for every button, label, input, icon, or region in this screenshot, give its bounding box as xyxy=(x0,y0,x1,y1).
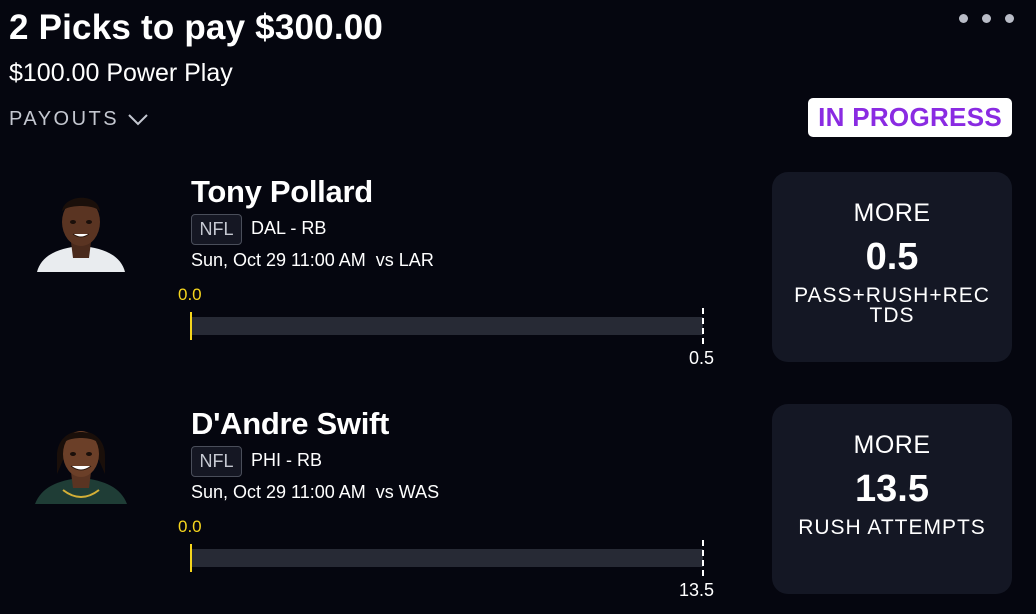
pick-direction: MORE xyxy=(853,431,931,459)
target-marker xyxy=(702,540,704,576)
progress-track xyxy=(191,317,703,335)
pick-stat: RUSH ATTEMPTS xyxy=(798,516,986,539)
player-avatar xyxy=(33,182,129,272)
entry-title: 2 Picks to pay $300.00 xyxy=(9,8,384,47)
target-value: 0.5 xyxy=(688,348,714,368)
opponent: vs WAS xyxy=(375,482,440,502)
team-position: DAL - RB xyxy=(251,218,327,238)
pick-line: 13.5 xyxy=(855,468,929,510)
game-time: Sun, Oct 29 11:00 AM xyxy=(191,250,366,270)
payouts-label: PAYOUTS xyxy=(9,108,120,130)
player-name: Tony Pollard xyxy=(191,174,373,209)
game-time: Sun, Oct 29 11:00 AM xyxy=(191,482,366,502)
entry-subtitle: $100.00 Power Play xyxy=(9,59,233,87)
chevron-down-icon xyxy=(128,113,148,125)
current-value: 0.0 xyxy=(178,517,202,536)
current-value: 0.0 xyxy=(178,285,202,304)
pick-stat: PASS+RUSH+REC TDS xyxy=(794,284,990,327)
player-avatar xyxy=(33,414,129,504)
target-value: 13.5 xyxy=(678,580,714,600)
opponent: vs LAR xyxy=(375,250,434,270)
pick-row: Tony Pollard NFL DAL - RB Sun, Oct 29 11… xyxy=(0,172,1036,368)
pick-row: D'Andre Swift NFL PHI - RB Sun, Oct 29 1… xyxy=(0,404,1036,600)
pick-card[interactable]: MORE 13.5 RUSH ATTEMPTS xyxy=(772,404,1012,594)
pick-direction: MORE xyxy=(853,199,931,227)
team-position: PHI - RB xyxy=(251,450,323,470)
payouts-toggle[interactable]: PAYOUTS xyxy=(9,108,149,131)
league-badge: NFL xyxy=(191,214,242,245)
player-name: D'Andre Swift xyxy=(191,406,390,441)
status-badge: IN PROGRESS xyxy=(808,98,1012,137)
game-info: Sun, Oct 29 11:00 AM vs LAR xyxy=(191,250,434,271)
start-marker xyxy=(190,544,192,572)
more-options-icon[interactable] xyxy=(959,14,1014,23)
pick-card[interactable]: MORE 0.5 PASS+RUSH+REC TDS xyxy=(772,172,1012,362)
progress-track xyxy=(191,549,703,567)
target-marker xyxy=(702,308,704,344)
game-info: Sun, Oct 29 11:00 AM vs WAS xyxy=(191,482,439,503)
pick-line: 0.5 xyxy=(865,236,919,278)
start-marker xyxy=(190,312,192,340)
league-badge: NFL xyxy=(191,446,242,477)
